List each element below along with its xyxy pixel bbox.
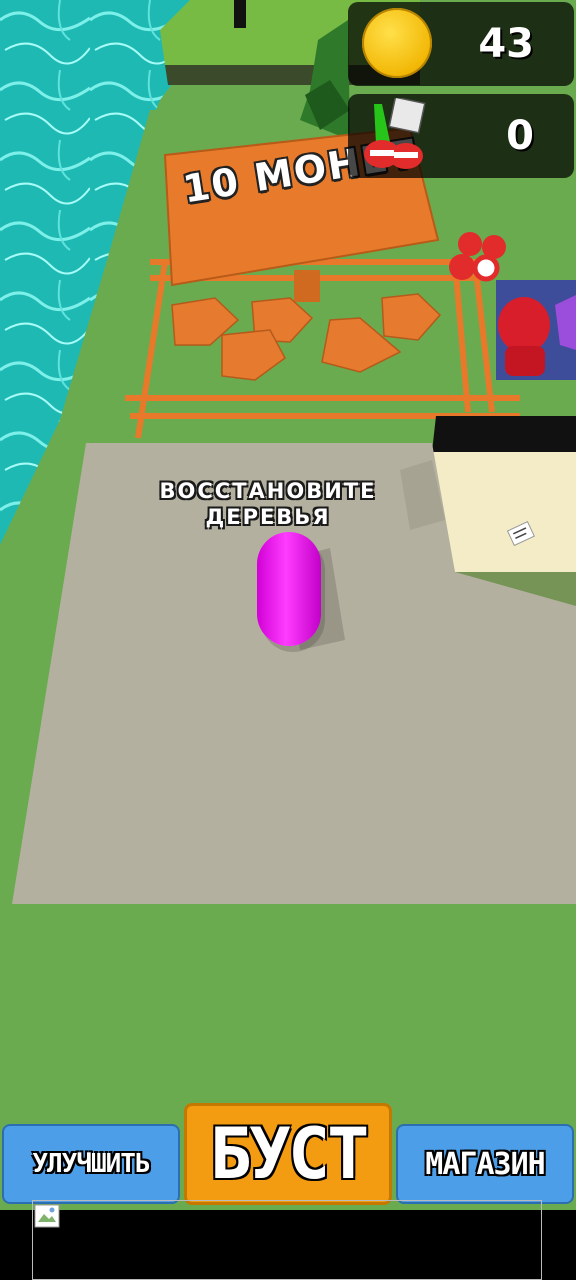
broken-image-icon bbox=[34, 1204, 60, 1228]
item-count: 0 bbox=[506, 113, 534, 159]
player-character bbox=[257, 532, 321, 646]
pole bbox=[234, 0, 246, 28]
item-counter-panel: 0 bbox=[348, 94, 574, 178]
upgrade-button[interactable]: УЛУЧШИТЬ bbox=[2, 1124, 180, 1204]
gold-coin-icon bbox=[362, 8, 432, 78]
drink-bundle-icon bbox=[364, 98, 426, 169]
boost-button[interactable]: БУСТ bbox=[184, 1103, 392, 1205]
building-wall bbox=[430, 452, 576, 572]
coin-counter-panel: 43 bbox=[348, 2, 574, 86]
coin-count: 43 bbox=[478, 21, 534, 67]
red-character bbox=[498, 297, 550, 353]
shop-button[interactable]: МАГАЗИН bbox=[396, 1124, 574, 1204]
building-roof bbox=[432, 416, 576, 452]
ad-banner[interactable] bbox=[32, 1200, 542, 1280]
quest-label: ВОССТАНОВИТЕ ДЕРЕВЬЯ bbox=[159, 479, 377, 529]
